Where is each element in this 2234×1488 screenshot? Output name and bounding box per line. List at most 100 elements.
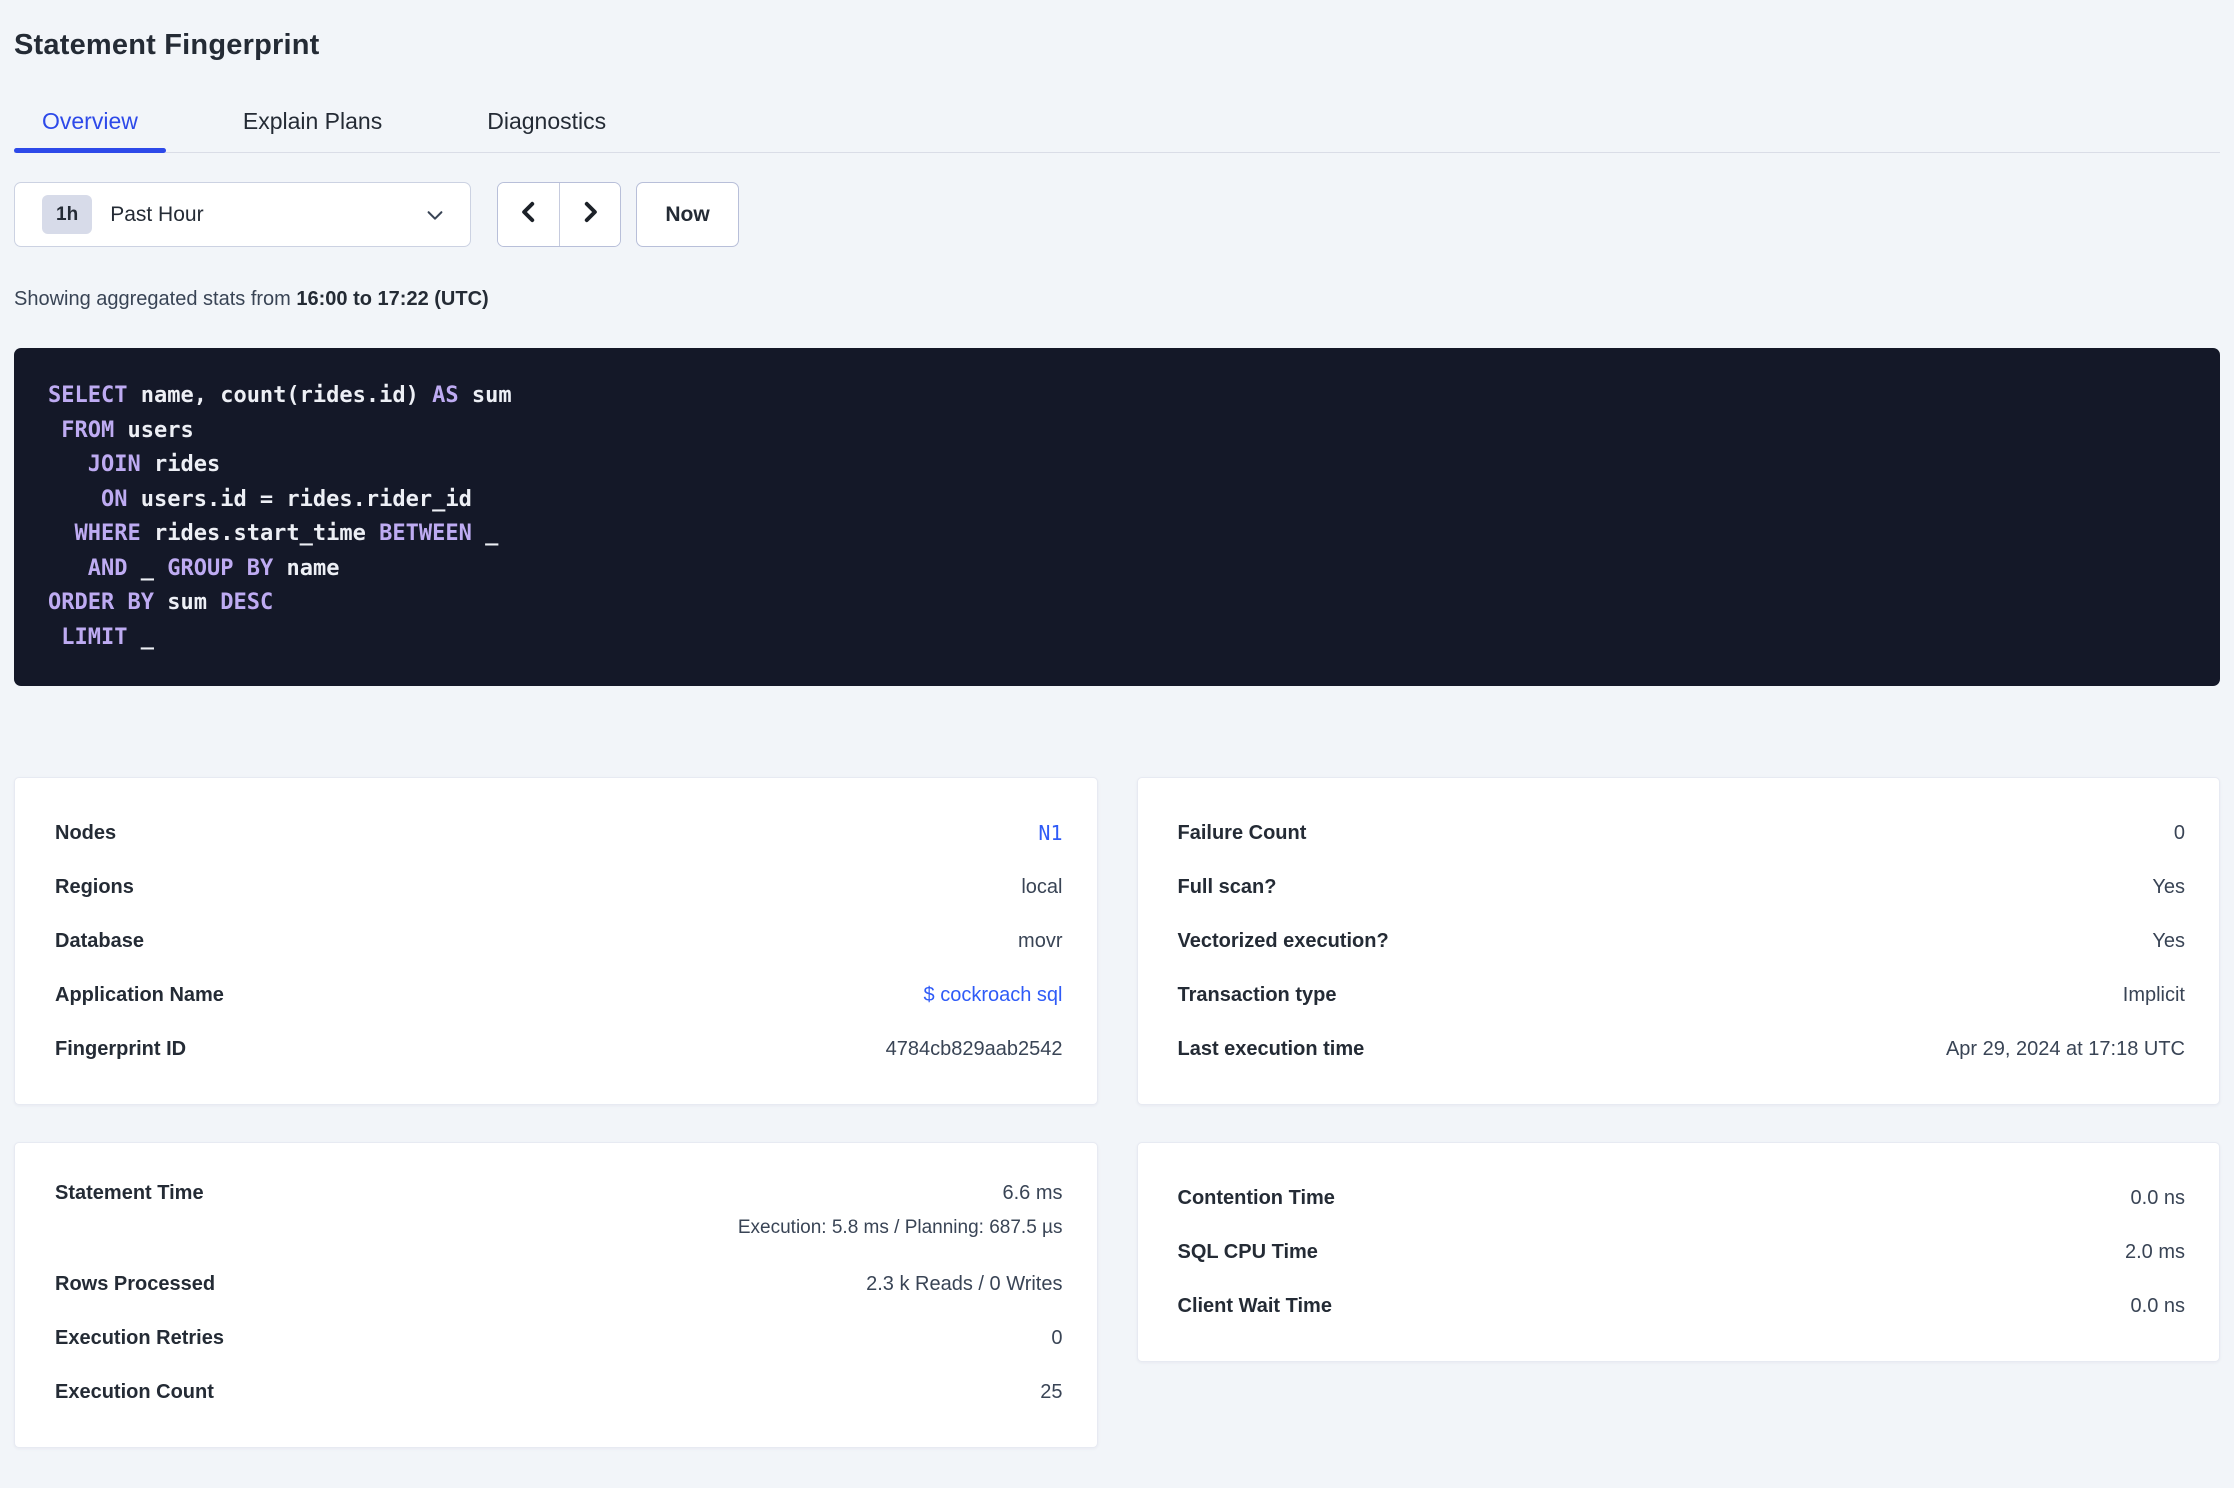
card-row: Full scan? Yes [1178, 860, 2186, 914]
row-value-wrap: local [1021, 876, 1062, 899]
card-row: Transaction type Implicit [1178, 968, 2186, 1022]
row-value: 0.0 ns [2130, 1294, 2185, 1317]
card-row: Failure Count 0 [1178, 806, 2186, 860]
sql-text: _ [127, 555, 168, 581]
row-value-wrap: Apr 29, 2024 at 17:18 UTC [1946, 1038, 2185, 1061]
now-button[interactable]: Now [636, 182, 739, 247]
sql-keyword: AND [87, 555, 128, 581]
sql-text: _ [127, 624, 154, 650]
card-row: Vectorized execution? Yes [1178, 914, 2186, 968]
row-label: Last execution time [1177, 1037, 1365, 1060]
card-row: Database movr [55, 914, 1063, 968]
sql-text: rides.start_time [140, 521, 380, 546]
statement-time-card: Statement Time 6.6 ms Execution: 5.8 ms / … [14, 1142, 1098, 1448]
time-nav-group [497, 182, 621, 247]
row-label: Regions [55, 875, 134, 898]
row-value-link[interactable]: $ cockroach sql [924, 984, 1063, 1007]
row-value-wrap: 0 [1051, 1327, 1062, 1350]
time-range-dropdown[interactable]: 1h Past Hour [14, 182, 471, 247]
row-label: Nodes [55, 821, 117, 844]
previous-time-button[interactable] [498, 183, 559, 246]
sql-keyword: FROM [61, 417, 115, 443]
row-value: 0 [2173, 821, 2185, 844]
row-label: Transaction type [1177, 983, 1337, 1006]
aggregated-stats-line: Showing aggregated stats from 16:00 to 1… [14, 285, 2220, 313]
row-label: Vectorized execution? [1177, 929, 1389, 952]
sql-keyword: WHERE [74, 521, 141, 546]
tab-overview[interactable]: Overview [14, 94, 166, 153]
sql-line: LIMIT _ [48, 621, 2186, 656]
card-row: Nodes N1 [55, 806, 1063, 860]
row-value-wrap: N1 [1038, 821, 1062, 845]
sql-text: users [114, 417, 194, 443]
tab-explain-plans[interactable]: Explain Plans [215, 94, 410, 152]
sql-text: sum [153, 590, 221, 615]
card-row: Contention Time 0.0 ns [1178, 1171, 2186, 1225]
sql-line: SELECT name, count(rides.id) AS sum [48, 379, 2186, 414]
row-value-wrap: Yes [2152, 930, 2185, 953]
card-row: SQL CPU Time 2.0 ms [1178, 1225, 2186, 1279]
chevron-down-icon [424, 204, 446, 226]
chevron-left-icon [516, 199, 542, 230]
row-value: Apr 29, 2024 at 17:18 UTC [1945, 1037, 2185, 1060]
row-value: 0.0 ns [2130, 1186, 2185, 1209]
row-value-wrap: 2.3 k Reads / 0 Writes [866, 1273, 1062, 1296]
sql-code: SELECT name, count(rides.id) AS sum FROM… [48, 379, 2186, 655]
row-label: Application Name [55, 983, 224, 1006]
card-row: Execution Count 25 [55, 1365, 1063, 1419]
row-value: local [1021, 875, 1063, 898]
row-value-wrap: 6.6 ms Execution: 5.8 ms / Planning: 687.… [738, 1171, 1063, 1241]
row-value-wrap: 0.0 ns [2131, 1187, 2185, 1210]
row-value: 25 [1040, 1380, 1063, 1403]
row-value: 6.6 ms [1002, 1182, 1063, 1204]
row-value-wrap: Implicit [2123, 984, 2185, 1007]
card-row: Regions local [55, 860, 1063, 914]
sql-keyword: LIMIT [61, 624, 128, 650]
execution-attributes-card: Failure Count 0 Full scan? Yes Vectorized ex… [1136, 777, 2220, 1105]
row-label: Statement Time [55, 1182, 204, 1204]
sql-text: users.id = rides.rider_id [127, 486, 472, 512]
sql-keyword: BETWEEN [379, 521, 472, 546]
sql-keyword: DESC [220, 590, 274, 615]
row-value: 2.0 ms [2124, 1240, 2185, 1263]
sql-keyword: ORDER BY [48, 590, 154, 615]
row-value: 0 [1051, 1326, 1063, 1349]
row-label: Contention Time [1177, 1186, 1335, 1209]
tab-diagnostics[interactable]: Diagnostics [459, 94, 634, 152]
row-label: Fingerprint ID [55, 1037, 187, 1060]
row-value-wrap: movr [1018, 930, 1062, 953]
row-value-link[interactable]: N1 [1038, 821, 1062, 845]
sql-keyword: JOIN [87, 452, 141, 477]
card-row: Client Wait Time 0.0 ns [1178, 1279, 2186, 1333]
sql-line: ON users.id = rides.rider_id [48, 483, 2186, 518]
row-value-wrap: 25 [1040, 1381, 1062, 1404]
sql-text: _ [471, 521, 499, 546]
page-title: Statement Fingerprint [14, 29, 320, 61]
aggregated-stats-prefix: Showing aggregated stats from [14, 288, 297, 310]
row-subvalue: Execution: 5.8 ms / Planning: 687.5 µs [737, 1217, 1063, 1238]
next-time-button[interactable] [559, 183, 620, 246]
row-value: Implicit [2122, 983, 2185, 1006]
sql-line: WHERE rides.start_time BETWEEN _ [48, 517, 2186, 552]
row-value-wrap: Yes [2152, 876, 2185, 899]
card-row: Application Name $ cockroach sql [55, 968, 1063, 1022]
row-label: Full scan? [1177, 875, 1277, 898]
time-range-label: Past Hour [110, 202, 204, 226]
card-row: Fingerprint ID 4784cb829aab2542 [55, 1022, 1063, 1076]
row-value: Yes [2152, 929, 2185, 952]
tab-bar: Overview Explain Plans Diagnostics [14, 94, 2220, 153]
row-value: 2.3 k Reads / 0 Writes [866, 1272, 1063, 1295]
row-label: Execution Retries [55, 1326, 224, 1349]
wait-time-card: Contention Time 0.0 ns SQL CPU Time 2.0 ms C… [1136, 1142, 2220, 1362]
time-picker-row: 1h Past Hour Now [14, 182, 2220, 247]
sql-keyword: AS [432, 383, 459, 408]
card-row: Last execution time Apr 29, 2024 at 17:18… [1178, 1022, 2186, 1076]
row-value: Yes [2152, 875, 2185, 898]
sql-keyword: SELECT [48, 383, 128, 408]
row-value-wrap: 4784cb829aab2542 [886, 1038, 1063, 1061]
sql-line: JOIN rides [48, 448, 2186, 483]
